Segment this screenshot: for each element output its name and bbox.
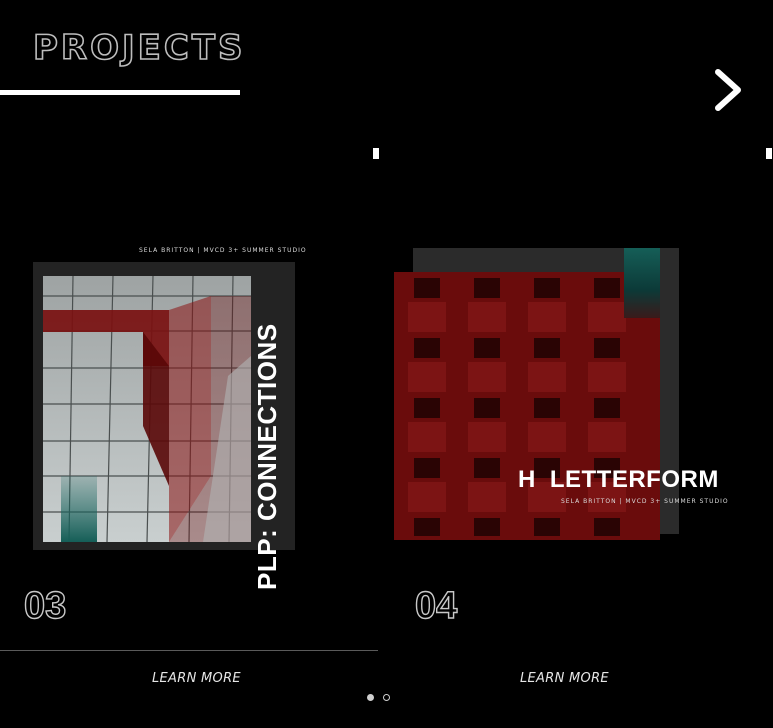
project-image xyxy=(43,276,251,542)
learn-more-link[interactable]: LEARN MORE xyxy=(520,671,609,686)
poster-title-main: LETTERFORM xyxy=(549,466,719,493)
slide-edge-marker xyxy=(766,148,772,159)
project-number: 04 xyxy=(414,585,458,627)
carousel-dot-1[interactable] xyxy=(367,694,374,701)
slide-edge-marker xyxy=(373,148,379,159)
learn-more-link[interactable]: LEARN MORE xyxy=(152,671,241,686)
poster-credit: SELA BRITTON | MVCD 3+ SUMMER STUDIO xyxy=(139,247,307,254)
chevron-right-icon[interactable] xyxy=(710,66,750,114)
poster-title-prefix: H xyxy=(518,466,536,493)
carousel-dot-2[interactable] xyxy=(383,694,390,701)
accent-strip xyxy=(624,248,660,318)
title-underline xyxy=(0,90,240,95)
card-divider xyxy=(0,650,378,651)
section-title: PROJECTS xyxy=(32,27,246,69)
poster-title: H LETTERFORM xyxy=(518,466,719,494)
poster-title: PLP: CONNECTIONS xyxy=(252,323,282,590)
poster-credit: SELA BRITTON | MVCD 3+ SUMMER STUDIO xyxy=(561,498,729,505)
project-number: 03 xyxy=(23,585,67,627)
